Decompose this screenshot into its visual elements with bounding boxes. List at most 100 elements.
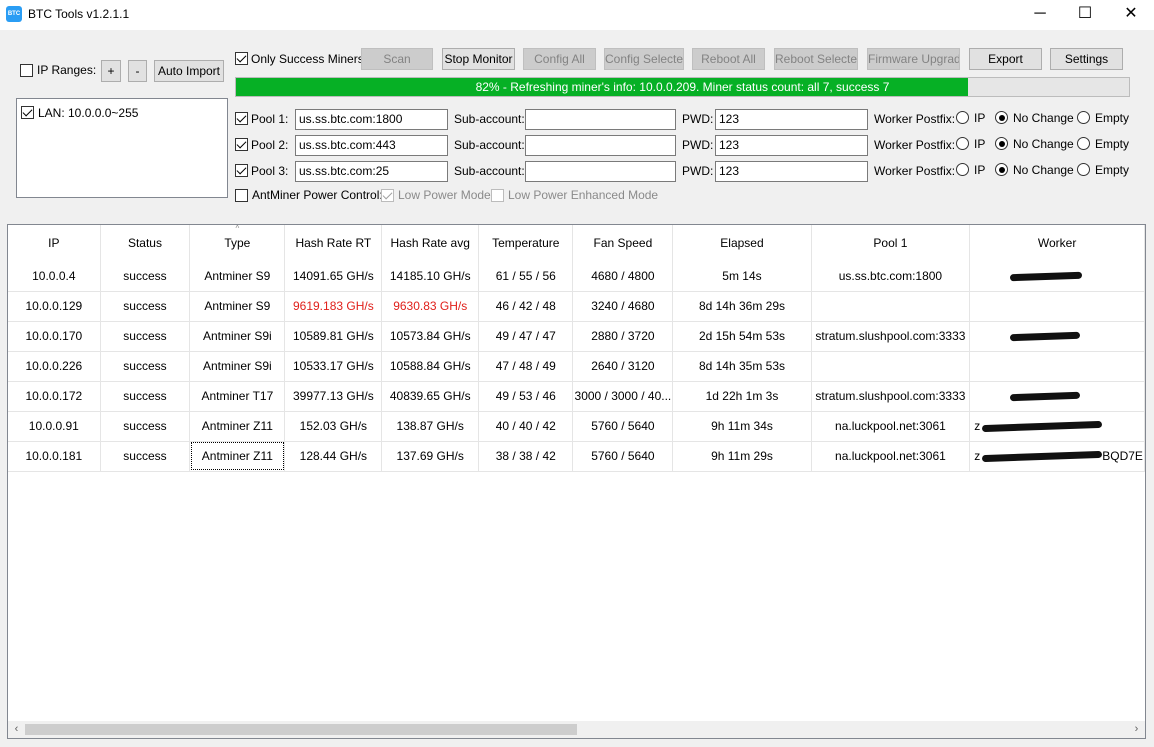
table-cell-fan[interactable]: 2640 / 3120 xyxy=(572,351,674,382)
table-cell-status[interactable]: success xyxy=(100,321,191,352)
column-header[interactable]: Hash Rate RT xyxy=(284,225,383,261)
table-cell-fan[interactable]: 5760 / 5640 xyxy=(572,411,674,442)
firmware-upgrade-button[interactable]: Firmware Upgrade xyxy=(867,48,960,70)
table-row[interactable]: 10.0.0.4 success Antminer S9 14091.65 GH/s 1… xyxy=(8,261,1145,292)
scroll-right-icon[interactable]: › xyxy=(1128,721,1145,738)
scroll-left-icon[interactable]: ‹ xyxy=(8,721,25,738)
table-cell-pool[interactable]: us.ss.btc.com:1800 xyxy=(811,261,971,292)
table-cell-pool[interactable]: stratum.slushpool.com:3333 xyxy=(811,381,971,412)
table-cell-avg[interactable]: 10588.84 GH/s xyxy=(381,351,480,382)
ip-range-list[interactable]: LAN: 10.0.0.0~255 xyxy=(16,98,228,198)
table-cell-rt[interactable]: 10589.81 GH/s xyxy=(284,321,383,352)
table-cell-temp[interactable]: 46 / 42 / 48 xyxy=(478,291,574,322)
table-cell-avg[interactable]: 9630.83 GH/s xyxy=(381,291,480,322)
table-cell-avg[interactable]: 137.69 GH/s xyxy=(381,441,480,472)
low-power-enhanced-checkbox[interactable] xyxy=(491,189,504,202)
settings-button[interactable]: Settings xyxy=(1050,48,1123,70)
table-cell-fan[interactable]: 3000 / 3000 / 40... xyxy=(572,381,674,412)
table-cell-worker[interactable] xyxy=(969,291,1145,322)
table-cell-type[interactable]: Antminer Z11 xyxy=(189,411,286,442)
table-cell-pool[interactable]: na.luckpool.net:3061 xyxy=(811,441,971,472)
pool-url-input[interactable]: us.ss.btc.com:25 xyxy=(295,161,448,182)
table-cell-rt[interactable]: 9619.183 GH/s xyxy=(284,291,383,322)
remove-range-button[interactable]: - xyxy=(128,60,147,82)
table-cell-worker[interactable] xyxy=(969,351,1145,382)
column-header[interactable]: Type ^ xyxy=(189,225,286,261)
postfix-nochange-radio[interactable] xyxy=(995,163,1008,176)
pool-url-input[interactable]: us.ss.btc.com:1800 xyxy=(295,109,448,130)
table-cell-temp[interactable]: 38 / 38 / 42 xyxy=(478,441,574,472)
table-cell-elapsed[interactable]: 1d 22h 1m 3s xyxy=(672,381,812,412)
table-cell-worker[interactable]: z xyxy=(969,411,1145,442)
column-header[interactable]: Status xyxy=(100,225,191,261)
sub-account-input[interactable] xyxy=(525,161,676,182)
pwd-input[interactable]: 123 xyxy=(715,109,868,130)
only-success-checkbox[interactable] xyxy=(235,52,248,65)
table-cell-status[interactable]: success xyxy=(100,411,191,442)
table-cell-pool[interactable]: na.luckpool.net:3061 xyxy=(811,411,971,442)
table-cell-fan[interactable]: 4680 / 4800 xyxy=(572,261,674,292)
table-cell-ip[interactable]: 10.0.0.172 xyxy=(8,381,101,412)
table-cell-elapsed[interactable]: 8d 14h 36m 29s xyxy=(672,291,812,322)
table-cell-status[interactable]: success xyxy=(100,381,191,412)
reboot-selected-button[interactable]: Reboot Selected xyxy=(774,48,858,70)
postfix-ip-radio[interactable] xyxy=(956,137,969,150)
power-control-checkbox[interactable] xyxy=(235,189,248,202)
table-cell-elapsed[interactable]: 8d 14h 35m 53s xyxy=(672,351,812,382)
table-cell-worker[interactable]: z BQD7E xyxy=(969,441,1145,472)
table-row[interactable]: 10.0.0.226 success Antminer S9i 10533.17 GH… xyxy=(8,351,1145,382)
table-cell-ip[interactable]: 10.0.0.91 xyxy=(8,411,101,442)
table-cell-avg[interactable]: 14185.10 GH/s xyxy=(381,261,480,292)
table-cell-fan[interactable]: 3240 / 4680 xyxy=(572,291,674,322)
config-all-button[interactable]: Config All xyxy=(523,48,596,70)
table-cell-type[interactable]: Antminer S9 xyxy=(189,261,286,292)
table-cell-type[interactable]: Antminer T17 xyxy=(189,381,286,412)
table-cell-rt[interactable]: 14091.65 GH/s xyxy=(284,261,383,292)
table-cell-ip[interactable]: 10.0.0.129 xyxy=(8,291,101,322)
table-cell-avg[interactable]: 40839.65 GH/s xyxy=(381,381,480,412)
config-selected-button[interactable]: Config Selected xyxy=(604,48,684,70)
table-cell-status[interactable]: success xyxy=(100,351,191,382)
pwd-input[interactable]: 123 xyxy=(715,161,868,182)
horizontal-scrollbar[interactable]: ‹ › xyxy=(8,721,1145,738)
table-cell-rt[interactable]: 128.44 GH/s xyxy=(284,441,383,472)
reboot-all-button[interactable]: Reboot All xyxy=(692,48,765,70)
table-row[interactable]: 10.0.0.129 success Antminer S9 9619.183 GH/… xyxy=(8,291,1145,322)
pool-enable-checkbox[interactable] xyxy=(235,164,248,177)
table-cell-type[interactable]: Antminer Z11 xyxy=(189,441,286,472)
table-cell-ip[interactable]: 10.0.0.181 xyxy=(8,441,101,472)
postfix-nochange-radio[interactable] xyxy=(995,111,1008,124)
table-cell-rt[interactable]: 10533.17 GH/s xyxy=(284,351,383,382)
table-row[interactable]: 10.0.0.170 success Antminer S9i 10589.81 GH… xyxy=(8,321,1145,352)
table-cell-type[interactable]: Antminer S9 xyxy=(189,291,286,322)
table-cell-status[interactable]: success xyxy=(100,441,191,472)
scan-button[interactable]: Scan xyxy=(361,48,433,70)
postfix-nochange-radio[interactable] xyxy=(995,137,1008,150)
table-cell-pool[interactable] xyxy=(811,291,971,322)
low-power-checkbox[interactable] xyxy=(381,189,394,202)
table-row[interactable]: 10.0.0.181 success Antminer Z11 128.44 GH/s… xyxy=(8,441,1145,472)
table-row[interactable]: 10.0.0.91 success Antminer Z11 152.03 GH/s 1… xyxy=(8,411,1145,442)
table-cell-elapsed[interactable]: 5m 14s xyxy=(672,261,812,292)
table-cell-fan[interactable]: 2880 / 3720 xyxy=(572,321,674,352)
table-cell-avg[interactable]: 138.87 GH/s xyxy=(381,411,480,442)
ip-ranges-checkbox[interactable] xyxy=(20,64,33,77)
sub-account-input[interactable] xyxy=(525,109,676,130)
pool-url-input[interactable]: us.ss.btc.com:443 xyxy=(295,135,448,156)
minimize-icon[interactable]: ─ xyxy=(1017,0,1063,30)
table-cell-worker[interactable] xyxy=(969,261,1145,292)
miner-table[interactable]: IP Status Type ^ Hash Rate RT Hash Rate avg Te… xyxy=(7,224,1146,739)
table-cell-ip[interactable]: 10.0.0.4 xyxy=(8,261,101,292)
table-cell-temp[interactable]: 40 / 40 / 42 xyxy=(478,411,574,442)
table-cell-pool[interactable]: stratum.slushpool.com:3333 xyxy=(811,321,971,352)
column-header[interactable]: Pool 1 xyxy=(811,225,971,261)
close-icon[interactable]: ✕ xyxy=(1108,0,1154,30)
maximize-icon[interactable]: ☐ xyxy=(1062,0,1108,30)
table-cell-rt[interactable]: 152.03 GH/s xyxy=(284,411,383,442)
column-header[interactable]: Temperature xyxy=(478,225,574,261)
table-cell-status[interactable]: success xyxy=(100,291,191,322)
table-cell-worker[interactable] xyxy=(969,381,1145,412)
column-header[interactable]: Elapsed xyxy=(672,225,812,261)
table-cell-fan[interactable]: 5760 / 5640 xyxy=(572,441,674,472)
table-cell-rt[interactable]: 39977.13 GH/s xyxy=(284,381,383,412)
